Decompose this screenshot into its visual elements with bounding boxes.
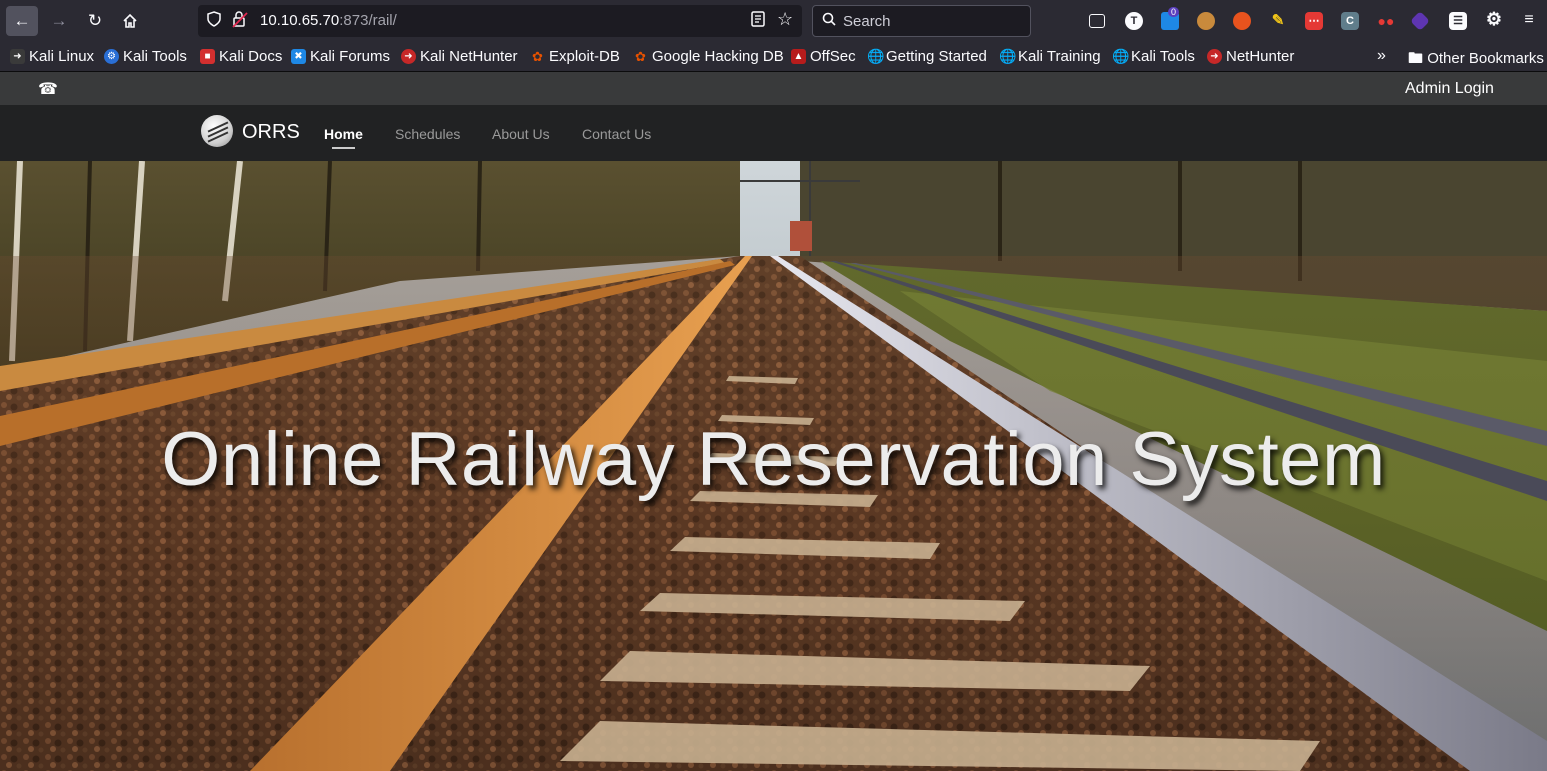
bookmark-label: OffSec xyxy=(810,48,856,65)
reload-icon: ↻ xyxy=(87,11,103,30)
tampermonkey-icon[interactable]: T xyxy=(1125,12,1143,30)
bookmark-item[interactable]: ■ Kali Docs xyxy=(200,48,282,65)
bookmark-item[interactable]: ✿ Google Hacking DB xyxy=(633,48,784,65)
url-path: :873/rail/ xyxy=(339,12,397,29)
chevron-double-right-icon[interactable]: » xyxy=(1377,47,1386,65)
admin-login-link[interactable]: Admin Login xyxy=(1405,80,1494,98)
nav-home[interactable]: Home xyxy=(324,126,363,142)
user-agent-switcher-icon[interactable]: C xyxy=(1341,12,1359,30)
kali-docs-icon: ■ xyxy=(200,49,215,64)
gear-icon[interactable]: ⚙ xyxy=(1485,10,1503,28)
arrow-right-icon: → xyxy=(50,11,68,30)
offsec-icon: ▲ xyxy=(791,49,806,64)
bookmark-label: NetHunter xyxy=(1226,48,1295,65)
foxyproxy-icon[interactable]: ⋯ xyxy=(1305,12,1323,30)
reload-button[interactable]: ↻ xyxy=(79,6,111,36)
kali-tools-icon: ⚙ xyxy=(104,49,119,64)
web-page: ☎ Admin Login ORRS Home Schedules About … xyxy=(0,72,1547,771)
ghdb-icon: ✿ xyxy=(635,49,646,64)
phone-icon[interactable]: ☎ xyxy=(38,79,58,99)
bookmark-item[interactable]: 🌐 Kali Training xyxy=(999,48,1101,65)
hackbar-icon[interactable] xyxy=(1410,11,1430,31)
arrow-left-icon: ← xyxy=(13,11,31,30)
site-navbar: ORRS Home Schedules About Us Contact Us xyxy=(0,105,1547,161)
bookmark-item[interactable]: ⚙ Kali Tools xyxy=(104,48,187,65)
hero-title: Online Railway Reservation System xyxy=(161,417,1386,502)
active-underline xyxy=(332,147,355,149)
cookie-editor-icon[interactable] xyxy=(1197,12,1215,30)
bookmark-item[interactable]: 🌐 Kali Tools xyxy=(1112,48,1195,65)
kali-dragon-icon: ➜ xyxy=(10,49,25,64)
bookmark-label: Exploit-DB xyxy=(549,48,620,65)
globe-icon: 🌐 xyxy=(1112,48,1130,64)
bookmark-label: Kali Docs xyxy=(219,48,283,65)
reader-view-icon[interactable] xyxy=(751,11,765,31)
search-bar[interactable]: Search xyxy=(812,5,1031,37)
address-bar[interactable]: 10.10.65.70:873/rail/ ☆ xyxy=(198,5,802,37)
back-button[interactable]: ← xyxy=(6,6,38,36)
bookmark-item[interactable]: 🌐 Getting Started xyxy=(867,48,987,65)
home-button[interactable] xyxy=(114,6,146,36)
wappalyzer-icon[interactable] xyxy=(1233,12,1251,30)
kali-forums-icon: ✖ xyxy=(291,49,306,64)
bookmark-label: Kali Training xyxy=(1018,48,1101,65)
bookmark-label: Kali Tools xyxy=(123,48,187,65)
spy-glasses-icon[interactable]: ●● xyxy=(1377,12,1395,30)
url-text[interactable]: 10.10.65.70:873/rail/ xyxy=(260,12,397,29)
bookmark-item[interactable]: ➜ NetHunter xyxy=(1207,48,1294,65)
nethunter-icon: ➜ xyxy=(401,49,416,64)
bookmark-label: Google Hacking DB xyxy=(652,48,784,65)
bookmark-label: Kali Linux xyxy=(29,48,95,65)
bookmark-label: Kali Tools xyxy=(1131,48,1195,65)
nav-contact-us[interactable]: Contact Us xyxy=(582,126,651,142)
hero-banner: Online Railway Reservation System xyxy=(0,161,1547,771)
pocket-icon[interactable] xyxy=(1089,14,1105,28)
search-placeholder: Search xyxy=(843,13,891,30)
bookmark-label: Kali Forums xyxy=(310,48,391,65)
bookmark-item[interactable]: ➜ Kali Linux xyxy=(10,48,94,65)
library-icon[interactable]: ☰ xyxy=(1449,12,1467,30)
nav-about-us[interactable]: About Us xyxy=(492,126,550,142)
hamburger-menu-icon[interactable]: ≡ xyxy=(1520,11,1538,29)
hack-tools-icon[interactable]: ✎ xyxy=(1269,12,1287,30)
bookmark-star-icon[interactable]: ☆ xyxy=(777,9,793,30)
brand-name[interactable]: ORRS xyxy=(242,121,300,144)
forward-button[interactable]: → xyxy=(43,6,75,36)
bookmark-label: Getting Started xyxy=(886,48,987,65)
site-top-bar: ☎ Admin Login xyxy=(0,72,1547,105)
other-bookmarks-label: Other Bookmarks xyxy=(1427,50,1544,67)
nav-schedules[interactable]: Schedules xyxy=(395,126,460,142)
bookmarks-bar: ➜ Kali Linux ⚙ Kali Tools ■ Kali Docs ✖ … xyxy=(0,42,1547,72)
globe-icon: 🌐 xyxy=(867,48,885,64)
other-bookmarks[interactable]: 🖿 Other Bookmarks xyxy=(1408,48,1544,73)
folder-icon: 🖿 xyxy=(1408,50,1424,67)
globe-icon: 🌐 xyxy=(999,48,1017,64)
url-host: 10.10.65.70 xyxy=(260,12,340,29)
home-icon xyxy=(123,13,137,28)
bookmark-label: Kali NetHunter xyxy=(420,48,518,65)
search-icon xyxy=(822,12,836,30)
insecure-lock-icon[interactable] xyxy=(232,11,248,32)
exploit-db-icon: ✿ xyxy=(532,49,543,64)
site-logo[interactable] xyxy=(201,115,233,147)
shield-icon[interactable] xyxy=(207,11,221,31)
extension-badge: 0 xyxy=(1168,7,1180,17)
nethunter-icon: ➜ xyxy=(1207,49,1222,64)
bookmark-item[interactable]: ✖ Kali Forums xyxy=(291,48,390,65)
bookmark-item[interactable]: ✿ Exploit-DB xyxy=(530,48,620,65)
bookmark-item[interactable]: ➜ Kali NetHunter xyxy=(401,48,518,65)
browser-toolbar: ← → ↻ 10.10.65.70:873/rail/ ☆ Search T 0 xyxy=(0,0,1547,42)
bookmark-item[interactable]: ▲ OffSec xyxy=(791,48,856,65)
